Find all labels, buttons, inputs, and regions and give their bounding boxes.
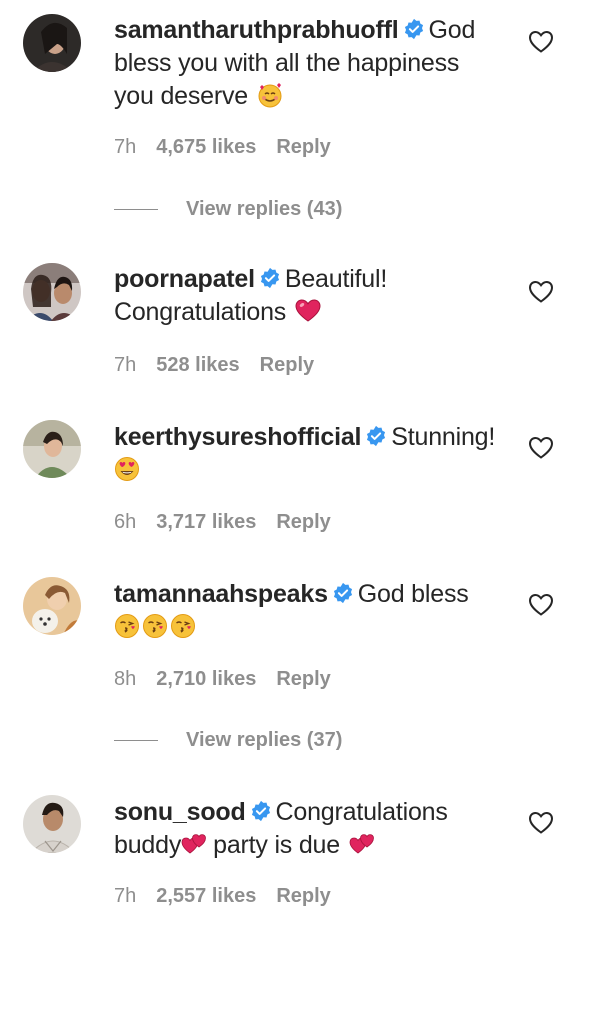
kissing-heart-emoji-icon [115, 614, 139, 638]
comment-username[interactable]: tamannaahspeaks [114, 580, 328, 608]
comment-text-line: Stunning! [391, 423, 496, 451]
comment-meta: 6h 3,717 likes Reply [114, 511, 351, 534]
comment-text-line: God [428, 16, 476, 44]
comment-meta: 7h 2,557 likes Reply [114, 885, 351, 908]
view-replies-button[interactable]: View replies (37) [114, 729, 342, 752]
comment-text-line: bless you with all the happiness [114, 49, 460, 77]
avatar[interactable] [23, 795, 81, 853]
view-replies-label: View replies (37) [186, 729, 343, 751]
comment-text-line: Congratulations [275, 798, 448, 826]
comment-likes[interactable]: 528 likes [156, 354, 239, 376]
comment-text-line: God bless [357, 580, 469, 608]
heart-eyes-emoji-icon [115, 457, 139, 481]
comment-text-line: Beautiful! [284, 265, 388, 293]
comment-text-line: you deserve [114, 82, 248, 110]
comment-timestamp: 8h [114, 668, 137, 690]
avatar[interactable] [23, 420, 81, 478]
smiling-face-with-hearts-emoji-icon [258, 83, 282, 108]
comment-timestamp: 7h [114, 136, 137, 158]
comment-username[interactable]: samantharuthprabhuoffl [114, 16, 399, 44]
reply-button[interactable]: Reply [276, 511, 330, 533]
avatar[interactable] [23, 263, 81, 321]
comment-timestamp: 7h [114, 354, 137, 376]
comment-text-line: party is due [213, 831, 340, 859]
view-replies-divider [114, 209, 158, 211]
like-heart-icon[interactable] [528, 30, 554, 54]
cut-off-view-replies-remnant [186, 943, 346, 949]
reply-button[interactable]: Reply [260, 354, 314, 376]
verified-badge-icon [404, 18, 423, 40]
reply-button[interactable]: Reply [276, 885, 330, 907]
verified-badge-icon [333, 582, 352, 604]
kissing-heart-emoji-icon [143, 614, 167, 638]
comment-meta: 7h 4,675 likes Reply [114, 136, 351, 159]
view-replies-divider [114, 740, 158, 742]
like-heart-icon[interactable] [528, 593, 554, 617]
comment-text: tamannaahspeaks God bless [114, 578, 514, 644]
comment-timestamp: 6h [114, 511, 137, 533]
comment-username[interactable]: keerthysureshofficial [114, 423, 361, 451]
comment-username[interactable]: sonu_sood [114, 798, 246, 826]
comment-meta: 8h 2,710 likes Reply [114, 668, 351, 691]
comment-likes[interactable]: 3,717 likes [156, 511, 256, 533]
view-replies-label: View replies (43) [186, 198, 343, 220]
comment-text-line: buddy [114, 831, 182, 859]
comment-text: sonu_sood Congratulations buddy party is … [114, 796, 514, 862]
verified-badge-icon [260, 267, 279, 289]
comment-timestamp: 7h [114, 885, 137, 907]
reply-button[interactable]: Reply [276, 136, 330, 158]
verified-badge-icon [367, 425, 386, 447]
comment-likes[interactable]: 4,675 likes [156, 136, 256, 158]
comment-text: poornapatel Beautiful! Congratulations [114, 263, 514, 329]
comment-text-line: Congratulations [114, 298, 287, 326]
red-heart-emoji-icon [295, 299, 321, 322]
comment-meta: 7h 528 likes Reply [114, 354, 334, 377]
like-heart-icon[interactable] [528, 436, 554, 460]
two-hearts-emoji-icon [181, 834, 207, 854]
like-heart-icon[interactable] [528, 280, 554, 304]
view-replies-button[interactable]: View replies (43) [114, 198, 342, 221]
verified-badge-icon [251, 800, 270, 822]
comment-username[interactable]: poornapatel [114, 265, 255, 293]
comment-text: keerthysureshofficial Stunning! [114, 421, 514, 487]
avatar[interactable] [23, 577, 81, 635]
like-heart-icon[interactable] [528, 811, 554, 835]
comment-likes[interactable]: 2,710 likes [156, 668, 256, 690]
kissing-heart-emoji-icon [171, 614, 195, 638]
two-hearts-emoji-icon [349, 834, 374, 854]
reply-button[interactable]: Reply [276, 668, 330, 690]
comment-text: samantharuthprabhuoffl God bless you with… [114, 14, 514, 113]
avatar[interactable] [23, 14, 81, 72]
comment-likes[interactable]: 2,557 likes [156, 885, 256, 907]
